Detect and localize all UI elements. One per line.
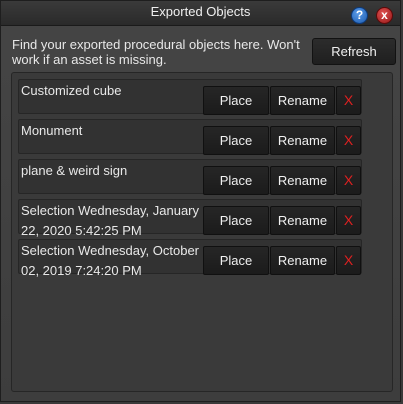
delete-button[interactable]: X — [336, 206, 361, 235]
object-row: Selection Wednesday, January 22, 2020 5:… — [18, 199, 362, 238]
refresh-button[interactable]: Refresh — [312, 38, 396, 65]
object-name: Monument — [21, 123, 83, 138]
rename-button[interactable]: Rename — [270, 246, 335, 275]
rename-button[interactable]: Rename — [270, 86, 335, 115]
object-row: Monument Place Rename X — [18, 119, 362, 155]
info-text: Find your exported procedural objects he… — [12, 37, 300, 67]
object-name: Customized cube — [21, 83, 122, 98]
title-bar[interactable]: Exported Objects — [1, 1, 400, 26]
object-row: Selection Wednesday, October 02, 2019 7:… — [18, 239, 362, 278]
window-title: Exported Objects — [150, 4, 251, 19]
delete-button[interactable]: X — [336, 86, 361, 115]
place-button[interactable]: Place — [203, 246, 269, 275]
object-row: plane & weird sign Place Rename X — [18, 159, 362, 195]
close-icon[interactable]: x — [376, 7, 393, 24]
delete-button[interactable]: X — [336, 166, 361, 195]
object-name: Selection Wednesday, October 02, 2019 7:… — [21, 243, 200, 278]
place-button[interactable]: Place — [203, 206, 269, 235]
rename-button[interactable]: Rename — [270, 126, 335, 155]
object-row: Customized cube Place Rename X — [18, 79, 362, 115]
object-name: plane & weird sign — [21, 163, 128, 178]
place-button[interactable]: Place — [203, 86, 269, 115]
exported-objects-window: Exported Objects ? x Find your exported … — [0, 0, 401, 402]
rename-button[interactable]: Rename — [270, 166, 335, 195]
object-name: Selection Wednesday, January 22, 2020 5:… — [21, 203, 200, 238]
objects-list: Customized cube Place Rename X Monument … — [11, 72, 393, 392]
delete-button[interactable]: X — [336, 246, 361, 275]
rename-button[interactable]: Rename — [270, 206, 335, 235]
delete-button[interactable]: X — [336, 126, 361, 155]
place-button[interactable]: Place — [203, 126, 269, 155]
help-icon[interactable]: ? — [351, 7, 368, 24]
place-button[interactable]: Place — [203, 166, 269, 195]
